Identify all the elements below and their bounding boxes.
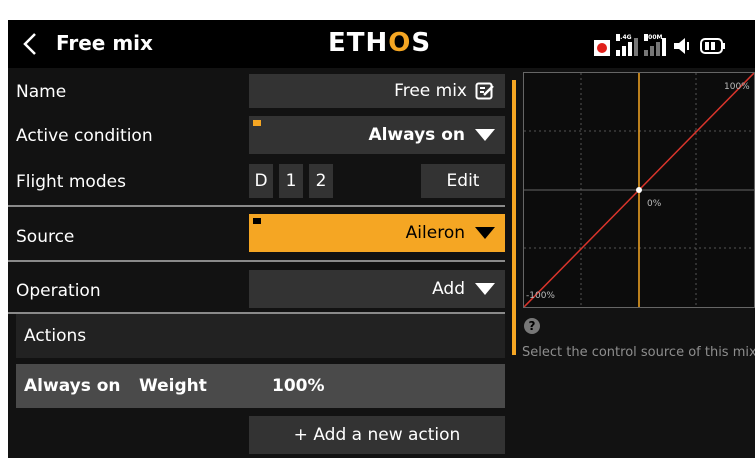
screen: Free mix ETHOS 2.4G 900M Name Free mix A… <box>0 0 755 458</box>
source-value: Aileron <box>405 223 465 243</box>
action-value: 100% <box>272 376 325 396</box>
back-button[interactable] <box>22 28 38 60</box>
graph-top-label: 100% <box>724 82 750 92</box>
flight-mode-2[interactable]: 2 <box>309 164 333 198</box>
menu-marker-icon <box>253 218 261 224</box>
operation-value: Add <box>432 279 465 299</box>
name-value: Free mix <box>394 81 467 101</box>
edit-icon <box>475 82 494 100</box>
flight-modes-edit-button[interactable]: Edit <box>421 164 505 198</box>
chevron-left-icon <box>23 33 36 55</box>
rx-label-2g4: 2.4G <box>616 34 632 41</box>
operation-label: Operation <box>16 281 101 301</box>
source-label: Source <box>16 227 75 247</box>
help-icon: ? <box>524 318 540 334</box>
flight-modes-label: Flight modes <box>16 172 126 192</box>
action-param: Weight <box>139 376 207 396</box>
action-condition: Always on <box>24 376 121 396</box>
divider <box>8 260 505 262</box>
menu-marker-icon <box>253 120 261 126</box>
graph-bottom-label: -100% <box>526 291 555 301</box>
battery-icon <box>700 36 726 56</box>
logo-text: ETH <box>328 28 389 58</box>
actions-header: Actions <box>16 314 505 358</box>
chevron-down-icon <box>475 283 495 295</box>
rx-label-900m: 900M <box>644 34 663 41</box>
logo-accent: O <box>388 28 412 58</box>
speaker-icon <box>672 36 694 56</box>
active-condition-select[interactable]: Always on <box>249 116 505 154</box>
transmitter-display: Free mix ETHOS 2.4G 900M Name Free mix A… <box>8 20 755 458</box>
help-text: Select the control source of this mix <box>522 345 755 360</box>
curve-point <box>636 187 642 193</box>
graph-center-label: 0% <box>647 199 662 209</box>
active-condition-label: Active condition <box>16 126 153 146</box>
page-title: Free mix <box>56 31 153 55</box>
name-label: Name <box>16 82 67 102</box>
actions-title: Actions <box>24 326 87 346</box>
action-row[interactable]: Always on Weight 100% <box>16 364 505 408</box>
curve-svg: 100% 0% -100% <box>524 73 754 307</box>
source-select[interactable]: Aileron <box>249 214 505 252</box>
flight-mode-1[interactable]: 1 <box>279 164 303 198</box>
active-condition-value: Always on <box>368 125 465 145</box>
ethos-logo: ETHOS <box>328 28 431 58</box>
divider <box>8 205 505 207</box>
scroll-indicator <box>512 80 516 355</box>
chevron-down-icon <box>475 227 495 239</box>
header-bar: Free mix ETHOS 2.4G 900M <box>8 20 755 68</box>
add-action-button[interactable]: + Add a new action <box>249 416 505 454</box>
record-icon <box>594 40 610 56</box>
operation-select[interactable]: Add <box>249 270 505 308</box>
logo-tail: S <box>411 28 432 58</box>
status-icons: 2.4G 900M <box>594 32 726 56</box>
signal-2g4-icon: 2.4G <box>616 34 638 56</box>
flight-mode-d[interactable]: D <box>249 164 273 198</box>
chevron-down-icon <box>475 129 495 141</box>
name-field[interactable]: Free mix <box>249 74 505 108</box>
mix-curve-graph: 100% 0% -100% <box>523 72 755 308</box>
signal-900m-icon: 900M <box>644 34 666 56</box>
